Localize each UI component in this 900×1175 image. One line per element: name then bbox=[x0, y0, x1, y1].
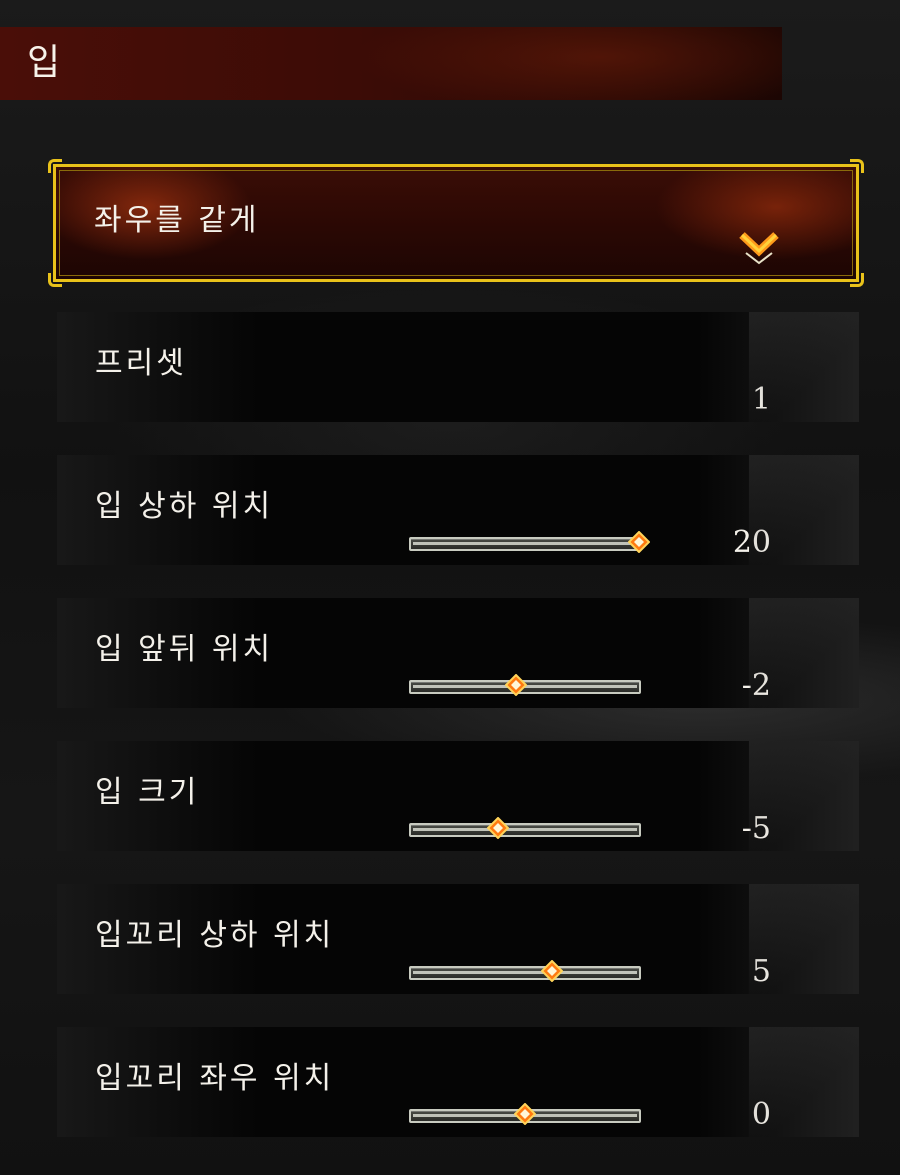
slider-label: 입 상하 위치 bbox=[95, 489, 274, 524]
slider-value: -2 bbox=[741, 668, 771, 703]
diamond-thumb-icon[interactable] bbox=[486, 817, 509, 839]
slider-row-mouth-vertical[interactable]: 입 상하 위치 20 bbox=[57, 455, 859, 565]
symmetry-dropdown[interactable]: 좌우를 같게 bbox=[48, 159, 864, 287]
diamond-thumb-icon[interactable] bbox=[514, 1103, 536, 1125]
slider-row-mouth-corner-vertical[interactable]: 입꼬리 상하 위치 5 bbox=[57, 884, 859, 994]
diamond-thumb-icon[interactable] bbox=[504, 674, 527, 696]
slider-track[interactable] bbox=[409, 1103, 641, 1125]
slider-label: 입꼬리 좌우 위치 bbox=[95, 1061, 335, 1096]
slider-row-mouth-depth[interactable]: 입 앞뒤 위치 -2 bbox=[57, 598, 859, 708]
slider-track[interactable] bbox=[409, 817, 641, 839]
chevron-down-icon[interactable] bbox=[736, 223, 782, 269]
slider-value: -5 bbox=[741, 811, 771, 846]
corner-ornament bbox=[48, 159, 62, 173]
page-title: 입 bbox=[27, 42, 62, 83]
page-header: 입 bbox=[0, 27, 782, 100]
preset-row[interactable]: 프리셋 1 bbox=[57, 312, 859, 422]
slider-value: 0 bbox=[751, 1097, 771, 1132]
slider-track[interactable] bbox=[409, 531, 650, 553]
diamond-thumb-icon[interactable] bbox=[628, 531, 650, 553]
diamond-thumb-icon[interactable] bbox=[541, 960, 564, 982]
corner-ornament bbox=[850, 273, 864, 287]
slider-row-mouth-size[interactable]: 입 크기 -5 bbox=[57, 741, 859, 851]
preset-label: 프리셋 bbox=[95, 346, 187, 381]
symmetry-label: 좌우를 같게 bbox=[94, 203, 260, 238]
slider-row-mouth-corner-horizontal[interactable]: 입꼬리 좌우 위치 0 bbox=[57, 1027, 859, 1137]
slider-label: 입 앞뒤 위치 bbox=[95, 632, 274, 667]
slider-value: 20 bbox=[732, 525, 771, 560]
preset-value: 1 bbox=[751, 382, 771, 417]
slider-label: 입 크기 bbox=[95, 775, 200, 810]
corner-ornament bbox=[850, 159, 864, 173]
slider-track[interactable] bbox=[409, 960, 641, 982]
slider-track[interactable] bbox=[409, 674, 641, 696]
corner-ornament bbox=[48, 273, 62, 287]
slider-value: 5 bbox=[751, 954, 771, 989]
slider-label: 입꼬리 상하 위치 bbox=[95, 918, 335, 953]
